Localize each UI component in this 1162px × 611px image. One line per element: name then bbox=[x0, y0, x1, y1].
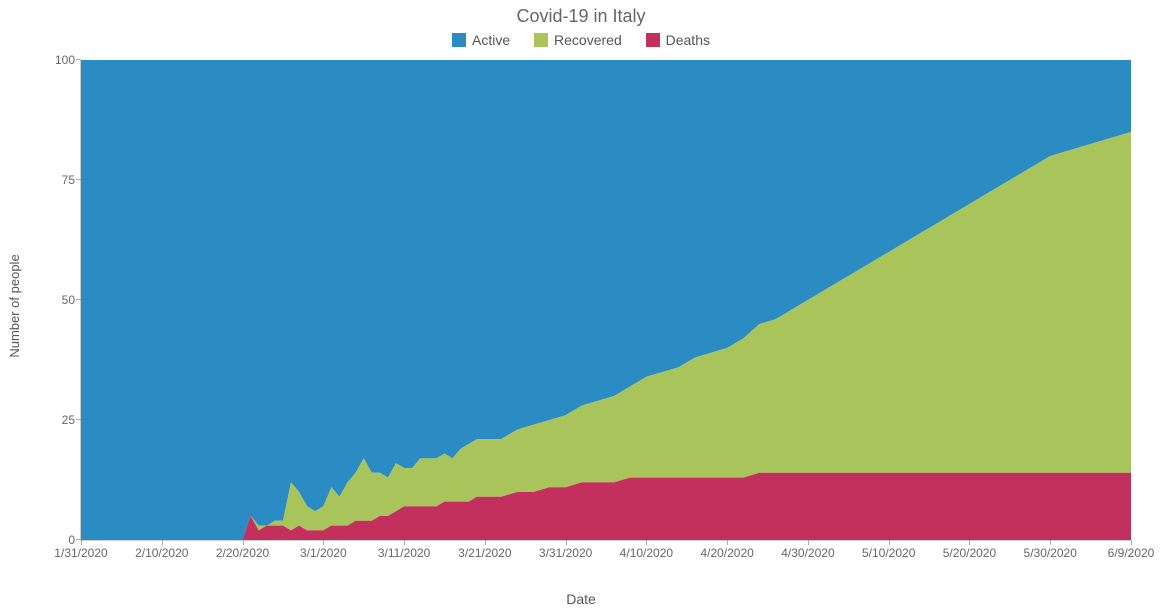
plot-area[interactable]: 02550751001/31/20202/10/20202/20/20203/1… bbox=[80, 60, 1131, 541]
chart-title: Covid-19 in Italy bbox=[0, 6, 1162, 27]
y-tick: 50 bbox=[62, 293, 81, 307]
legend-label-deaths: Deaths bbox=[666, 32, 710, 48]
y-tick: 100 bbox=[55, 53, 81, 67]
legend-item-active[interactable]: Active bbox=[452, 32, 510, 48]
legend-swatch-deaths bbox=[646, 33, 660, 47]
chart-container: Covid-19 in Italy Active Recovered Death… bbox=[0, 0, 1162, 611]
chart-legend: Active Recovered Deaths bbox=[0, 32, 1162, 50]
y-tick: 75 bbox=[62, 173, 81, 187]
legend-item-recovered[interactable]: Recovered bbox=[534, 32, 622, 48]
x-axis-label: Date bbox=[0, 591, 1162, 607]
y-tick: 25 bbox=[62, 413, 81, 427]
legend-swatch-active bbox=[452, 33, 466, 47]
legend-swatch-recovered bbox=[534, 33, 548, 47]
legend-label-active: Active bbox=[472, 32, 510, 48]
legend-item-deaths[interactable]: Deaths bbox=[646, 32, 710, 48]
legend-label-recovered: Recovered bbox=[554, 32, 622, 48]
y-axis-label: Number of people bbox=[7, 254, 22, 357]
